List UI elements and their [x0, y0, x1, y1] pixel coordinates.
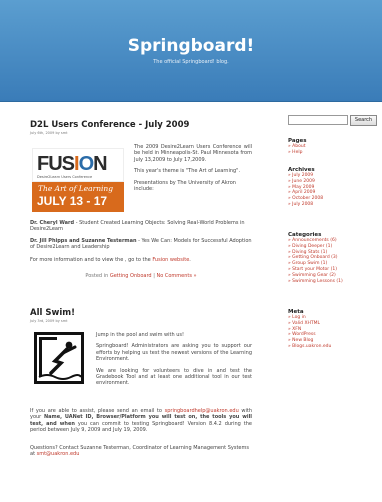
- fusion-website-link[interactable]: Fusion website: [152, 257, 189, 263]
- presenter-name: Dr. Jill Phipps and Suzanne Testerman: [30, 238, 137, 244]
- presenter-name: Dr. Cheryl Ward: [30, 220, 75, 226]
- more-info-line: For more information and to view the , g…: [30, 257, 252, 263]
- archive-link[interactable]: » July 2008: [288, 202, 380, 208]
- blog-title[interactable]: Springboard!: [0, 36, 382, 56]
- smt-email-link[interactable]: smt@uakron.edu: [37, 451, 80, 457]
- post-paragraph: Jump in the pool and swim with us! Sprin…: [96, 332, 252, 387]
- sidebar-categories: Categories » Announcements (6) » Diving …: [288, 232, 380, 284]
- post-title[interactable]: All Swim!: [30, 308, 252, 318]
- sidebar-item-help[interactable]: » Help: [288, 150, 380, 156]
- sidebar-meta: Meta » Log in » Valid XHTML » XFN » Word…: [288, 309, 380, 350]
- diver-illustration: [38, 337, 82, 380]
- blog-tagline: The official Springboard! blog.: [153, 59, 229, 65]
- fusion-logo-word: FUSION: [37, 153, 108, 175]
- presentations-intro: Presentations by The University of Akron…: [134, 179, 236, 193]
- conference-description: The 2009 Desire2Learn Users Conference w…: [134, 144, 252, 163]
- assist-paragraph: If you are able to assist, please send a…: [30, 408, 252, 434]
- swim-volunteers: We are looking for volunteers to dive in…: [96, 367, 252, 387]
- presentation-1: Dr. Cheryl Ward - Student Created Learni…: [30, 220, 252, 233]
- category-link[interactable]: » Swimming Lessons (1): [288, 279, 380, 285]
- fusion-logo-dates: JULY 13 - 17: [37, 194, 108, 208]
- more-info-end: .: [189, 257, 191, 263]
- post-title[interactable]: D2L Users Conference - July 2009: [30, 120, 252, 130]
- fusion-logo-theme: The Art of Learning: [38, 184, 114, 193]
- category-link[interactable]: Getting Onboard: [110, 273, 152, 279]
- swim-request: Springboard! Administrators are asking y…: [96, 343, 252, 363]
- page: Springboard! The official Springboard! b…: [0, 0, 382, 502]
- meta-separator: |: [153, 273, 155, 279]
- post-date: July 6th, 2009 by smt: [30, 131, 68, 135]
- fusion-logo-subtitle: Desire2Learn Users Conference: [37, 175, 93, 179]
- blog-header: Springboard! The official Springboard! b…: [0, 0, 382, 102]
- presentation-2: Dr. Jill Phipps and Suzanne Testerman - …: [30, 238, 252, 251]
- search-button[interactable]: Search: [350, 115, 377, 126]
- post-paragraph: The 2009 Desire2Learn Users Conference w…: [134, 144, 252, 192]
- posted-in-label: Posted in: [85, 273, 109, 279]
- post-meta: Posted in Getting Onboard | No Comments …: [30, 273, 252, 279]
- more-info-text: For more information and to view the , g…: [30, 257, 153, 263]
- search-input[interactable]: [288, 115, 348, 125]
- post-all-swim: All Swim! July 3rd, 2009 by smt Jump in …: [30, 308, 252, 457]
- questions-paragraph: Questions? Contact Suzanne Testerman, Co…: [30, 445, 252, 458]
- sidebar-archives: Archives » July 2009 » June 2009 » May 2…: [288, 167, 380, 208]
- conference-theme: This year's theme is "The Art of Learnin…: [134, 168, 241, 175]
- comments-link[interactable]: No Comments »: [156, 273, 196, 279]
- meta-link[interactable]: » Blogs.uakron.edu: [288, 344, 380, 350]
- assist-text: If you are able to assist, please send a…: [30, 408, 162, 414]
- diving-swimmer-icon: [34, 332, 84, 384]
- post-d2l-conference: D2L Users Conference - July 2009 July 6t…: [30, 120, 252, 279]
- sidebar-pages: Pages » About » Help: [288, 138, 380, 156]
- post-date: July 3rd, 2009 by smt: [30, 319, 68, 323]
- swim-intro: Jump in the pool and swim with us!: [96, 332, 185, 338]
- fusion-conference-logo: FUSION Desire2Learn Users Conference The…: [32, 148, 124, 212]
- springboard-help-email-link[interactable]: springboardhelp@uakron.edu: [165, 408, 239, 414]
